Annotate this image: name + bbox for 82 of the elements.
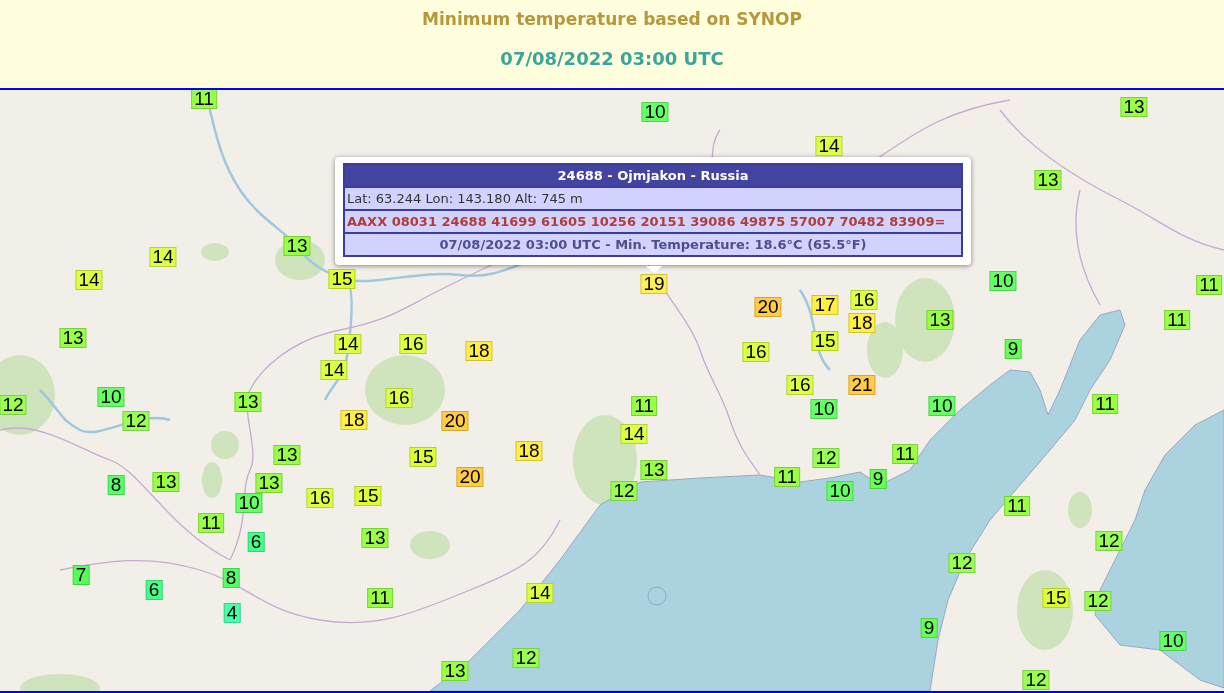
temperature-label[interactable]: 14 [320,360,348,380]
temperature-label[interactable]: 17 [811,295,839,315]
temperature-label[interactable]: 16 [786,375,814,395]
temperature-label[interactable]: 10 [826,481,854,501]
temperature-label[interactable]: 13 [152,472,180,492]
temperature-label[interactable]: 15 [354,486,382,506]
temperature-label[interactable]: 10 [1159,631,1187,651]
temperature-label[interactable]: 13 [441,661,469,681]
temperature-label[interactable]: 14 [815,136,843,156]
temperature-label[interactable]: 16 [850,290,878,310]
temperature-label[interactable]: 13 [640,460,668,480]
temperature-label[interactable]: 13 [234,392,262,412]
temperature-label[interactable]: 14 [149,247,177,267]
temperature-label[interactable]: 15 [811,331,839,351]
temperature-label[interactable]: 10 [989,271,1017,291]
temperature-label[interactable]: 13 [59,328,87,348]
observation-time: 07/08/2022 03:00 UTC [500,48,724,70]
temperature-label[interactable]: 15 [409,447,437,467]
temperature-label[interactable]: 11 [631,396,657,416]
temperature-label[interactable]: 12 [0,395,27,415]
temperature-label[interactable]: 11 [892,444,918,464]
temperature-label[interactable]: 8 [222,568,240,588]
temperature-label[interactable]: 19 [640,274,668,294]
temperature-label[interactable]: 9 [1004,339,1022,359]
temperature-label[interactable]: 21 [848,375,876,395]
temperature-label[interactable]: 11 [367,588,393,608]
temperature-label[interactable]: 12 [610,481,638,501]
temperature-label[interactable]: 14 [334,334,362,354]
temperature-label[interactable]: 11 [1004,496,1030,516]
temperature-label[interactable]: 20 [441,411,469,431]
temperature-label[interactable]: 12 [512,648,540,668]
temperature-label[interactable]: 12 [1022,670,1050,690]
temperature-label[interactable]: 15 [328,269,356,289]
temperature-label[interactable]: 9 [869,469,887,489]
temperature-label[interactable]: 12 [948,553,976,573]
temperature-label[interactable]: 18 [340,410,368,430]
temperature-label[interactable]: 14 [526,583,554,603]
temperature-label[interactable]: 13 [283,236,311,256]
synop-message: AAXX 08031 24688 41699 61605 10256 20151 39086 49875 57007 70482 83909= [343,209,963,232]
temperature-label[interactable]: 8 [107,475,125,495]
temperature-label[interactable]: 14 [620,424,648,444]
temperature-label[interactable]: 20 [456,467,484,487]
temperature-label[interactable]: 12 [122,411,150,431]
temperature-label[interactable]: 10 [928,396,956,416]
page-title: Minimum temperature based on SYNOP [422,9,802,29]
temperature-label[interactable]: 18 [515,441,543,461]
temperature-label[interactable]: 12 [812,448,840,468]
temperature-label[interactable]: 10 [641,102,669,122]
temperature-label[interactable]: 16 [742,342,770,362]
temperature-label[interactable]: 15 [1042,588,1070,608]
temperature-label[interactable]: 11 [191,90,217,109]
temperature-label[interactable]: 10 [97,387,125,407]
temperature-label[interactable]: 13 [361,528,389,548]
temperature-label[interactable]: 9 [920,618,938,638]
temperature-label[interactable]: 16 [306,488,334,508]
temperature-label[interactable]: 13 [926,310,954,330]
temperature-label[interactable]: 10 [810,399,838,419]
temperature-label[interactable]: 11 [1092,394,1118,414]
temperature-label[interactable]: 18 [465,341,493,361]
station-location: Lat: 63.244 Lon: 143.180 Alt: 745 m [343,186,963,209]
temperature-label[interactable]: 18 [848,313,876,333]
temperature-label[interactable]: 13 [1034,170,1062,190]
temperature-label[interactable]: 7 [72,565,90,585]
temperature-label[interactable]: 13 [255,473,283,493]
temperature-label[interactable]: 11 [1196,275,1222,295]
temperature-label[interactable]: 10 [235,493,263,513]
temperature-label[interactable]: 16 [385,388,413,408]
temperature-label[interactable]: 13 [273,445,301,465]
temperature-label[interactable]: 11 [198,513,224,533]
temperature-label[interactable]: 20 [754,297,782,317]
temperature-label[interactable]: 11 [1164,310,1190,330]
temperature-label[interactable]: 16 [399,334,427,354]
station-title: 24688 - Ojmjakon - Russia [343,163,963,186]
temperature-label[interactable]: 12 [1084,591,1112,611]
temperature-label[interactable]: 6 [247,532,265,552]
temperature-label[interactable]: 11 [774,467,800,487]
temperature-label[interactable]: 13 [1120,97,1148,117]
temperature-label[interactable]: 4 [223,603,241,623]
temperature-label[interactable]: 6 [145,580,163,600]
min-temperature-reading: 07/08/2022 03:00 UTC - Min. Temperature: 18.6°C (65.5°F) [343,232,963,257]
temperature-label[interactable]: 14 [75,270,103,290]
temperature-label[interactable]: 12 [1095,531,1123,551]
